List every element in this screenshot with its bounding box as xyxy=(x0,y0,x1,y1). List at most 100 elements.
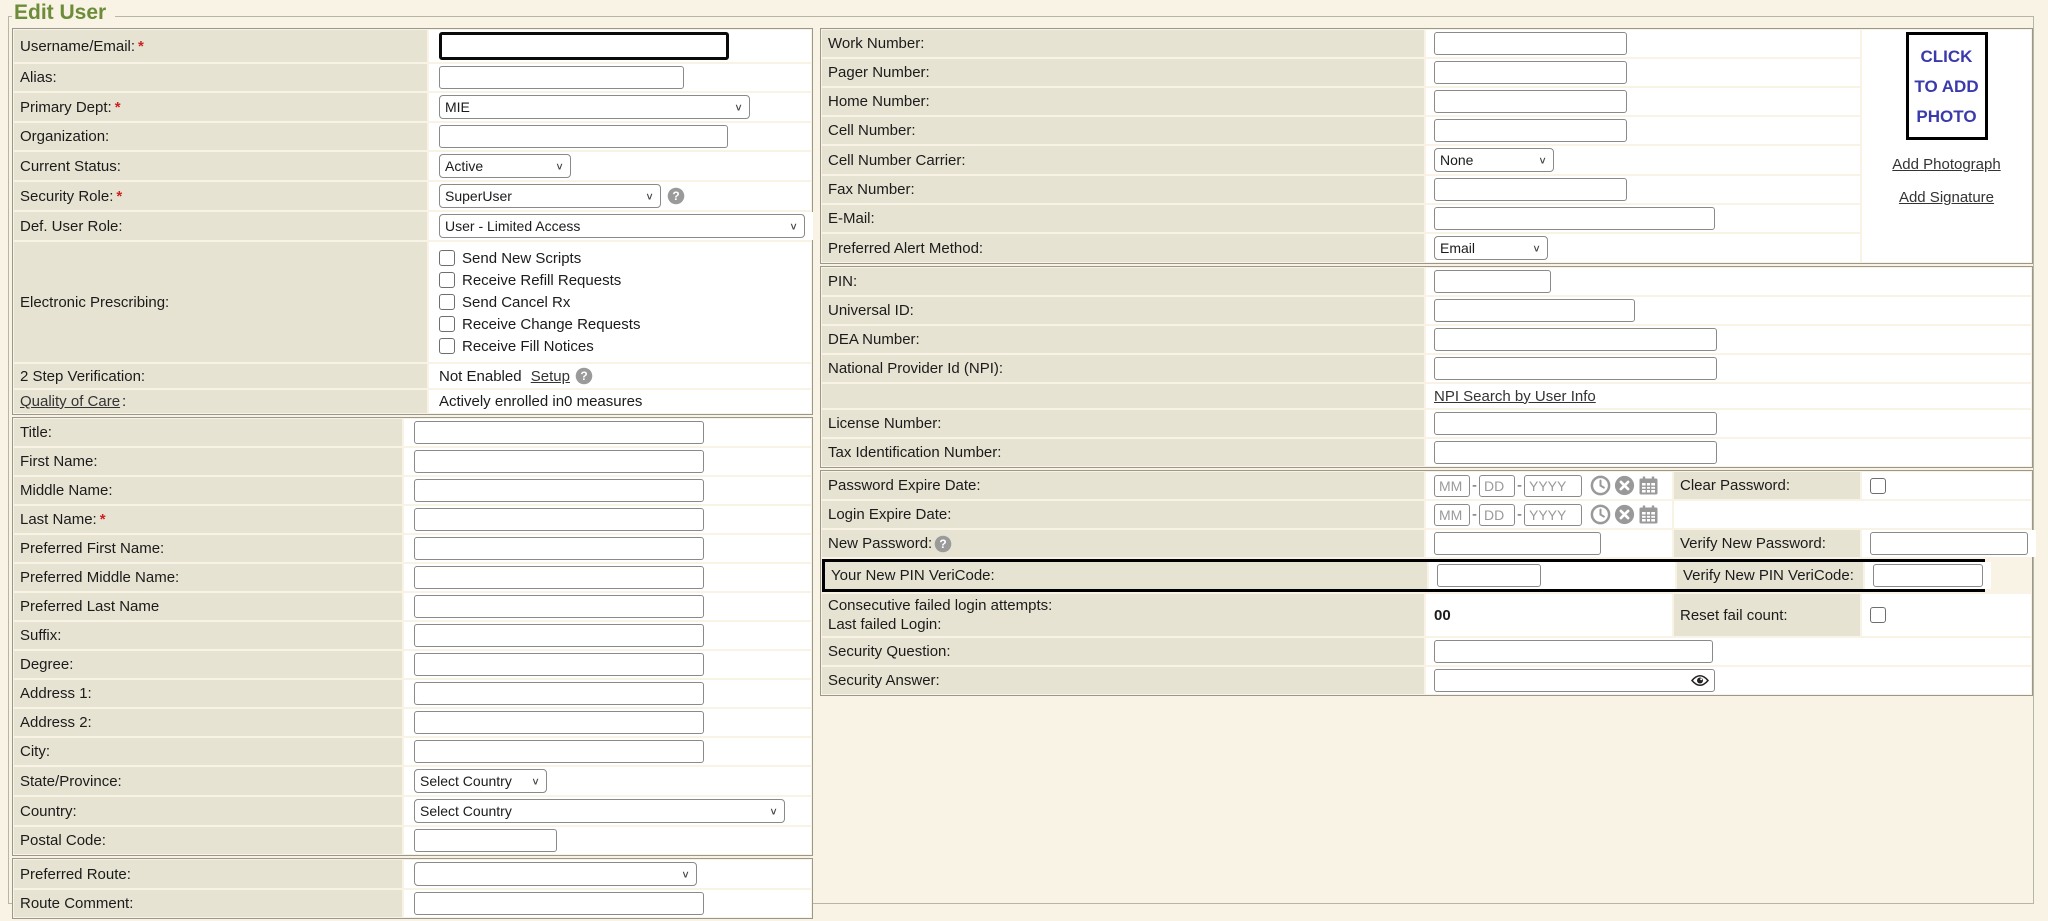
security-answer-input[interactable] xyxy=(1434,669,1715,692)
verify-new-pin-vericode-input[interactable] xyxy=(1873,564,1983,587)
title-input[interactable] xyxy=(414,421,704,444)
preferred-first-name-input[interactable] xyxy=(414,537,704,560)
preferred-alert-method-select[interactable]: Email∨ xyxy=(1434,236,1548,260)
middle-name-input[interactable] xyxy=(414,479,704,502)
new-password-input[interactable] xyxy=(1434,532,1601,555)
city-input[interactable] xyxy=(414,740,704,763)
reset-fail-count-checkbox[interactable] xyxy=(1870,607,1886,623)
left1-row-0: Username/Email:* xyxy=(14,30,811,62)
field-value xyxy=(1426,117,1860,144)
password-expire-date-day-input[interactable] xyxy=(1479,475,1515,497)
label-line: Last failed Login: xyxy=(828,615,1052,634)
login-expire-date-time-icon[interactable] xyxy=(1590,504,1611,525)
last-name-input[interactable] xyxy=(414,508,704,531)
send-new-scripts-checkbox[interactable] xyxy=(439,250,455,266)
field-label: Primary Dept:* xyxy=(14,93,427,121)
e-mail-input[interactable] xyxy=(1434,207,1715,230)
postal-code-input[interactable] xyxy=(414,829,557,852)
password-expire-date-month-input[interactable] xyxy=(1434,475,1470,497)
field-value xyxy=(1862,594,2031,636)
field-label: License Number: xyxy=(822,410,1424,437)
tax-identification-number-input[interactable] xyxy=(1434,441,1717,464)
field-value xyxy=(1426,439,2031,466)
ids-row-0: PIN: xyxy=(822,268,2031,295)
organization-input[interactable] xyxy=(439,125,728,148)
receive-change-requests-checkbox[interactable] xyxy=(439,316,455,332)
login-expire-date-year-input[interactable] xyxy=(1524,504,1582,526)
add-signature-link[interactable]: Add Signature xyxy=(1899,189,1994,206)
current-status-select[interactable]: Active∨ xyxy=(439,154,571,178)
login-expire-date-calendar-icon[interactable] xyxy=(1638,504,1659,525)
work-number-input[interactable] xyxy=(1434,32,1627,55)
field-value: Email∨ xyxy=(1426,234,1860,262)
pager-number-input[interactable] xyxy=(1434,61,1627,84)
address-2-input[interactable] xyxy=(414,711,704,734)
security-question-input[interactable] xyxy=(1434,640,1713,663)
suffix-input[interactable] xyxy=(414,624,704,647)
login-expire-date-month-input[interactable] xyxy=(1434,504,1470,526)
receive-refill-requests-checkbox[interactable] xyxy=(439,272,455,288)
checkbox-label: Send New Scripts xyxy=(462,250,581,267)
field-value xyxy=(1426,59,1860,86)
address-1-input[interactable] xyxy=(414,682,704,705)
password-expire-date-calendar-icon[interactable] xyxy=(1638,475,1659,496)
send-cancel-rx-checkbox[interactable] xyxy=(439,294,455,310)
universal-id-input[interactable] xyxy=(1434,299,1635,322)
field-value xyxy=(404,419,811,446)
two-step-help-icon[interactable]: ? xyxy=(575,367,593,385)
password-expire-date-clear-icon[interactable] xyxy=(1614,475,1635,496)
clear-password-checkbox[interactable] xyxy=(1870,478,1886,494)
primary-dept-select[interactable]: MIE∨ xyxy=(439,95,750,119)
field-value xyxy=(404,477,811,504)
alias-input[interactable] xyxy=(439,66,684,89)
username-email-input[interactable] xyxy=(439,32,729,60)
fax-number-input[interactable] xyxy=(1434,178,1627,201)
label-text: Current Status: xyxy=(20,158,121,175)
receive-change-requests-option: Receive Change Requests xyxy=(439,313,640,335)
preferred-route-select[interactable]: ∨ xyxy=(414,862,697,886)
login-expire-date-day-input[interactable] xyxy=(1479,504,1515,526)
password-expire-date-time-icon[interactable] xyxy=(1590,475,1611,496)
field-value xyxy=(404,448,811,475)
license-number-input[interactable] xyxy=(1434,412,1717,435)
page-title: Edit User xyxy=(12,1,115,25)
label-text: PIN: xyxy=(828,273,857,290)
svg-text:?: ? xyxy=(580,369,587,383)
preferred-last-name-input[interactable] xyxy=(414,595,704,618)
left2-row-9: Address 1: xyxy=(14,680,811,707)
quality-of-care-link[interactable]: Quality of Care xyxy=(20,393,120,410)
photo-panel: CLICKTO ADDPHOTO Add Photograph Add Signat… xyxy=(1862,30,2031,262)
degree-input[interactable] xyxy=(414,653,704,676)
country-select[interactable]: Select Country∨ xyxy=(414,799,785,823)
left1-row-9: Quality of Care:Actively enrolled in0 me… xyxy=(14,390,811,413)
dea-number-input[interactable] xyxy=(1434,328,1717,351)
pin-input[interactable] xyxy=(1434,270,1551,293)
add-photo-box[interactable]: CLICKTO ADDPHOTO xyxy=(1906,32,1988,140)
security-role-help-icon[interactable]: ? xyxy=(667,187,685,205)
preferred-middle-name-input[interactable] xyxy=(414,566,704,589)
your-new-pin-vericode-input[interactable] xyxy=(1437,564,1541,587)
field-value xyxy=(1426,638,2031,665)
label-text: First Name: xyxy=(20,453,98,470)
setup-link[interactable]: Setup xyxy=(531,368,570,385)
home-number-input[interactable] xyxy=(1434,90,1627,113)
state-province-select[interactable]: Select Country∨ xyxy=(414,769,547,793)
npi-search-by-user-info-link[interactable]: NPI Search by User Info xyxy=(1434,388,1596,405)
def-user-role-select[interactable]: User - Limited Access∨ xyxy=(439,214,805,238)
first-name-input[interactable] xyxy=(414,450,704,473)
cell-number-input[interactable] xyxy=(1434,119,1627,142)
cell-number-carrier-select[interactable]: None∨ xyxy=(1434,148,1554,172)
receive-fill-notices-checkbox[interactable] xyxy=(439,338,455,354)
checkbox-label: Send Cancel Rx xyxy=(462,294,570,311)
password-expire-date-year-input[interactable] xyxy=(1524,475,1582,497)
section-name-address: Title:First Name:Middle Name:Last Name:*… xyxy=(12,417,813,856)
reveal-answer-eye-icon[interactable] xyxy=(1691,674,1709,687)
login-expire-date-clear-icon[interactable] xyxy=(1614,504,1635,525)
field-label: National Provider Id (NPI): xyxy=(822,355,1424,382)
add-photograph-link[interactable]: Add Photograph xyxy=(1892,156,2000,173)
npi-input[interactable] xyxy=(1434,357,1717,380)
security-role-select[interactable]: SuperUser∨ xyxy=(439,184,661,208)
verify-new-password-input[interactable] xyxy=(1870,532,2028,555)
field-value: Send New ScriptsReceive Refill RequestsS… xyxy=(429,242,811,362)
new-password-help-icon[interactable]: ? xyxy=(934,535,952,553)
